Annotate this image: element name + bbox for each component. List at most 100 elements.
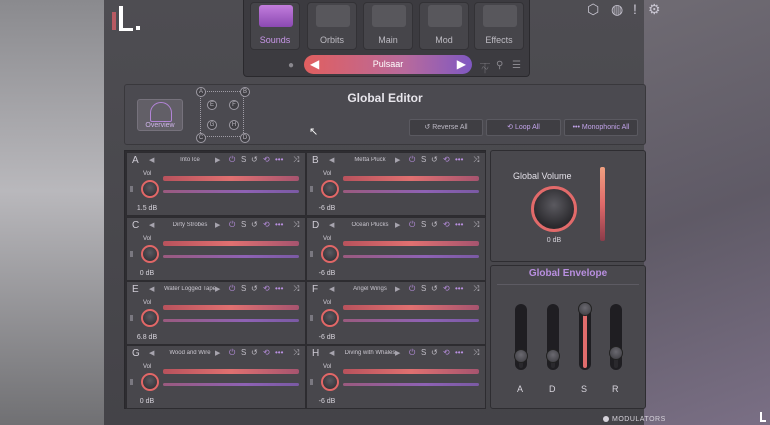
prev-sound-button[interactable]: ◀ [149,221,154,229]
waveform-top[interactable] [343,241,479,246]
solo-button[interactable]: S [241,220,246,229]
more-icon[interactable]: ••• [275,155,283,164]
more-icon[interactable]: ••• [455,155,463,164]
prev-sound-button[interactable]: ◀ [329,156,334,164]
global-volume-knob[interactable] [531,186,577,232]
reverse-icon[interactable]: ↺ [431,348,438,357]
gear-icon[interactable]: ⚙ [648,1,661,18]
power-icon[interactable]: ⏻ [409,348,415,358]
reverse-all-button[interactable]: ↺ Reverse All [409,119,483,136]
next-sound-button[interactable]: ▶ [215,285,220,293]
power-icon[interactable]: ⏻ [229,220,235,230]
more-icon[interactable]: ••• [275,220,283,229]
slot-volume-knob[interactable] [321,245,339,263]
next-sound-button[interactable]: ▶ [215,349,220,357]
preset-name[interactable]: Pulsaar [304,59,472,69]
reverse-icon[interactable]: ↺ [251,348,258,357]
slot-volume-knob[interactable] [141,309,159,327]
envelope-fader-r[interactable] [609,304,623,370]
loop-icon[interactable]: ⟲ [443,155,450,164]
slot-volume-knob[interactable] [321,180,339,198]
slot-sound-name[interactable]: Metta Pluck [337,157,403,163]
shuffle-icon[interactable]: ⤨ [473,155,479,165]
next-sound-button[interactable]: ▶ [395,156,400,164]
waveform-top[interactable] [343,369,479,374]
tab-effects[interactable]: Effects [474,2,524,50]
shuffle-icon[interactable]: ⤨ [293,155,299,165]
shuffle-icon[interactable]: ⤨ [293,220,299,230]
power-icon[interactable]: ⏻ [229,348,235,358]
slot-volume-knob[interactable] [141,373,159,391]
loop-icon[interactable]: ⟲ [263,220,270,229]
solo-button[interactable]: S [421,155,426,164]
solo-button[interactable]: S [241,284,246,293]
prev-sound-button[interactable]: ◀ [329,221,334,229]
slot-sound-name[interactable]: Wood and Wire [157,350,223,356]
slot-sound-name[interactable]: Into Ice [157,157,223,163]
loop-icon[interactable]: ⟲ [263,284,270,293]
tab-main[interactable]: Main [363,2,413,50]
loop-icon[interactable]: ⟲ [443,348,450,357]
power-icon[interactable]: ⏻ [229,284,235,294]
waveform-bottom[interactable] [163,190,299,193]
shuffle-icon[interactable]: ⤨ [473,284,479,294]
waveform-bottom[interactable] [343,190,479,193]
search-icon[interactable]: ⚲ [496,60,503,71]
waveform-bottom[interactable] [163,383,299,386]
info-icon[interactable]: ! [633,1,637,17]
waveform-top[interactable] [343,305,479,310]
loop-icon[interactable]: ⟲ [443,220,450,229]
loop-icon[interactable]: ⟲ [263,155,270,164]
tab-orbits[interactable]: Orbits [307,2,357,50]
slot-volume-knob[interactable] [141,245,159,263]
next-sound-button[interactable]: ▶ [215,156,220,164]
power-icon[interactable]: ⏻ [229,155,235,165]
waveform-bottom[interactable] [343,383,479,386]
prev-sound-button[interactable]: ◀ [149,349,154,357]
next-sound-button[interactable]: ▶ [395,349,400,357]
loop-icon[interactable]: ⟲ [443,284,450,293]
fader-handle[interactable] [609,346,623,361]
waveform-top[interactable] [163,369,299,374]
solo-button[interactable]: S [241,348,246,357]
more-icon[interactable]: ••• [455,284,463,293]
solo-button[interactable]: S [421,220,426,229]
slot-sound-name[interactable]: Water Logged Tape [157,286,223,292]
solo-button[interactable]: S [421,348,426,357]
reverse-icon[interactable]: ↺ [431,284,438,293]
slot-sound-name[interactable]: Ocean Plucks [337,222,403,228]
reverse-icon[interactable]: ↺ [431,220,438,229]
next-sound-button[interactable]: ▶ [395,221,400,229]
power-icon[interactable]: ⏻ [409,220,415,230]
grid-node[interactable]: D [240,133,250,143]
waveform-top[interactable] [163,176,299,181]
shuffle-icon[interactable]: ⤨ [473,348,479,358]
envelope-fader-s[interactable] [578,302,592,370]
slot-volume-knob[interactable] [321,309,339,327]
next-sound-button[interactable]: ▶ [215,221,220,229]
prev-sound-button[interactable]: ◀ [329,285,334,293]
waveform-bottom[interactable] [343,255,479,258]
shuffle-icon[interactable]: ⤨ [473,220,479,230]
monophonic-all-button[interactable]: ••• Monophonic All [564,119,638,136]
toggle-icon[interactable]: ● [288,60,294,71]
reverse-icon[interactable]: ↺ [251,220,258,229]
more-icon[interactable]: ••• [275,284,283,293]
shuffle-icon[interactable]: ⤨ [293,348,299,358]
tab-sounds[interactable]: Sounds [250,2,300,50]
waveform-top[interactable] [163,305,299,310]
loop-icon[interactable]: ⟲ [263,348,270,357]
fader-handle[interactable] [578,302,592,316]
globe-icon[interactable]: ◍ [611,1,623,18]
slot-sound-name[interactable]: Angel Wings [337,286,403,292]
loop-all-button[interactable]: ⟲ Loop All [486,119,561,136]
waveform-top[interactable] [343,176,479,181]
prev-sound-button[interactable]: ◀ [149,156,154,164]
waveform-bottom[interactable] [343,319,479,322]
fader-handle[interactable] [546,348,560,363]
envelope-fader-a[interactable] [514,304,528,370]
power-icon[interactable]: ⏻ [409,155,415,165]
slot-sound-name[interactable]: Dirty Strobes [157,222,223,228]
fader-handle[interactable] [514,348,528,363]
grid-node[interactable]: H [229,120,239,130]
